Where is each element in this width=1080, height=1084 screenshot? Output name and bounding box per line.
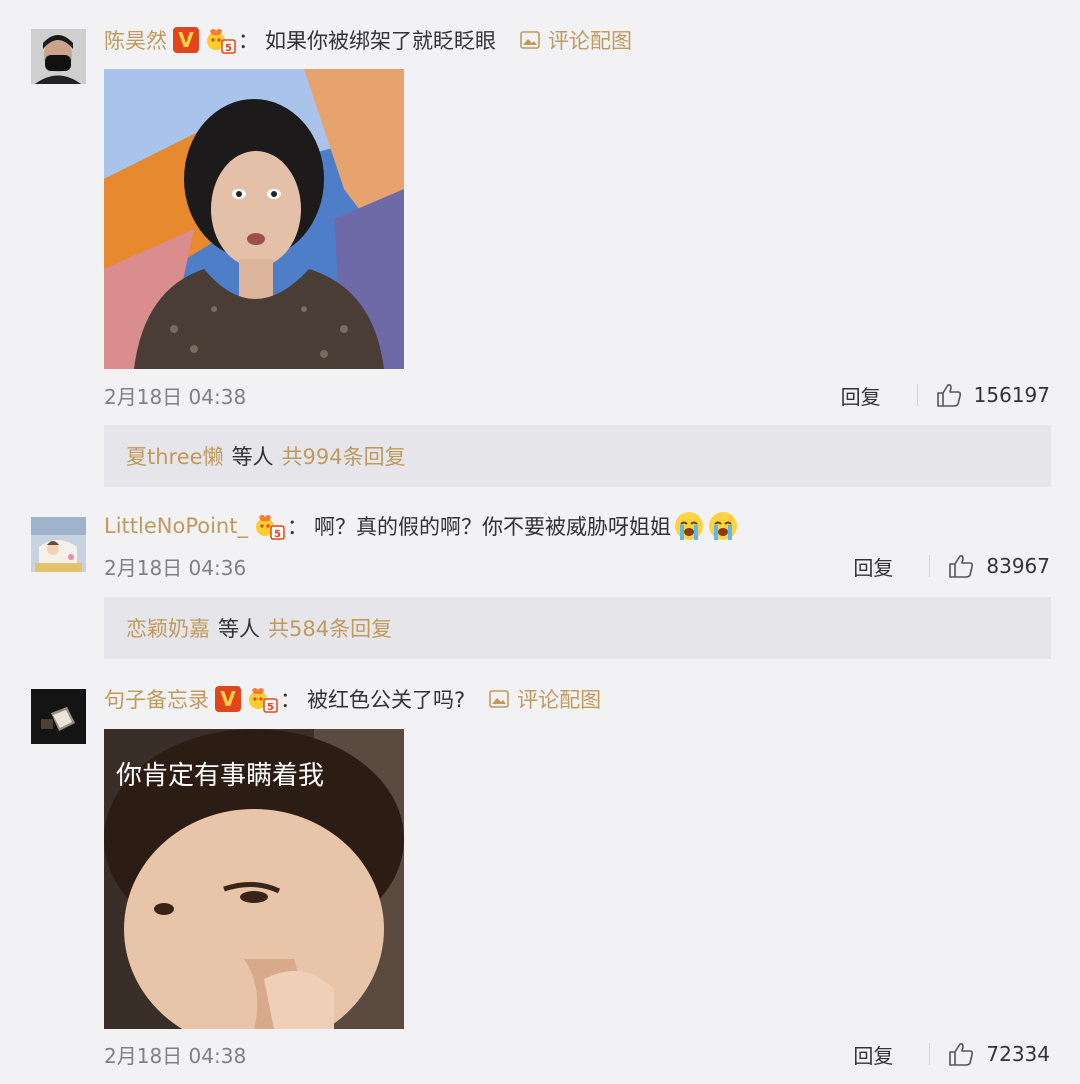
comment-header: LittleNoPoint_ 5 ： 啊？真的假的啊？你不要被威胁呀姐姐 — [104, 509, 739, 543]
comment-meta: 2月18日 04:38 回复 72334 — [104, 1038, 1050, 1070]
reply-and-others: 等人 — [218, 617, 260, 641]
comment-image[interactable]: 你肯定有事瞒着我 — [104, 729, 404, 1029]
timestamp: 2月18日 04:38 — [104, 384, 247, 409]
reply-button[interactable]: 回复 — [853, 552, 893, 581]
svg-text:5: 5 — [267, 702, 274, 713]
fan-badge-icon: 5 — [246, 685, 278, 713]
reply-and-others: 等人 — [231, 445, 274, 469]
reply-total[interactable]: 共584条回复 — [268, 613, 392, 643]
image-caption: 你肯定有事瞒着我 — [116, 761, 324, 791]
fan-badge-icon: 5 — [253, 512, 285, 540]
like-count: 156197 — [973, 383, 1050, 407]
like-button[interactable]: 72334 — [948, 1042, 1050, 1066]
divider — [929, 555, 931, 577]
thumbs-up-icon — [949, 1043, 974, 1066]
vip-badge-icon: V — [173, 27, 199, 53]
comment-image[interactable] — [104, 69, 404, 369]
svg-text:5: 5 — [225, 43, 232, 54]
comment-image-link[interactable]: 评论配图 — [520, 25, 632, 55]
avatar[interactable] — [31, 517, 86, 572]
username[interactable]: 句子备忘录 — [104, 684, 209, 714]
svg-text:5: 5 — [274, 529, 281, 540]
like-button[interactable]: 83967 — [948, 554, 1050, 578]
replies-summary[interactable]: 夏three懒 等人 共994条回复 — [104, 425, 1051, 487]
username[interactable]: 陈昊然 — [104, 25, 167, 55]
comment-text: 啊？真的假的啊？你不要被威胁呀姐姐 — [313, 515, 671, 539]
replies-summary[interactable]: 恋颖奶嘉 等人 共584条回复 — [104, 597, 1051, 659]
crying-emoji-icon — [707, 510, 739, 542]
comment-image-link[interactable]: 评论配图 — [489, 684, 601, 714]
like-count: 83967 — [986, 554, 1050, 578]
comment-image-link-label: 评论配图 — [548, 29, 632, 53]
reply-button[interactable]: 回复 — [841, 381, 881, 410]
username[interactable]: LittleNoPoint_ — [104, 514, 248, 538]
like-button[interactable]: 156197 — [936, 383, 1050, 407]
avatar[interactable] — [31, 29, 86, 84]
vip-badge-icon: V — [215, 686, 241, 712]
colon: ： — [286, 515, 308, 539]
divider — [916, 384, 918, 406]
comment-meta: 2月18日 04:38 回复 156197 — [104, 379, 1050, 411]
comment-text: 被红色公关了吗? — [307, 688, 466, 712]
comment-header: 句子备忘录 V 5 ： 被红色公关了吗? 评论配图 — [104, 682, 601, 716]
comment-image-link-label: 评论配图 — [517, 688, 602, 712]
reply-users[interactable]: 夏three懒 — [126, 441, 224, 471]
divider — [929, 1043, 931, 1065]
fan-badge-icon: 5 — [204, 26, 236, 54]
colon: ： — [280, 688, 301, 712]
comment-header: 陈昊然 V 5 ： 如果你被绑架了就眨眨眼 评论配图 — [104, 23, 632, 57]
comment-text: 如果你被绑架了就眨眨眼 — [265, 29, 496, 53]
like-count: 72334 — [986, 1042, 1050, 1066]
image-icon — [520, 31, 540, 49]
reply-total[interactable]: 共994条回复 — [282, 441, 406, 471]
comment-meta: 2月18日 04:36 回复 83967 — [104, 550, 1050, 582]
timestamp: 2月18日 04:38 — [104, 1043, 247, 1068]
avatar[interactable] — [31, 689, 86, 744]
thumbs-up-icon — [936, 384, 961, 407]
timestamp: 2月18日 04:36 — [104, 555, 247, 580]
reply-button[interactable]: 回复 — [853, 1040, 893, 1069]
crying-emoji-icon — [673, 510, 705, 542]
reply-users[interactable]: 恋颖奶嘉 — [126, 613, 210, 643]
image-icon — [489, 690, 509, 708]
thumbs-up-icon — [949, 555, 974, 578]
colon: ： — [238, 29, 259, 53]
